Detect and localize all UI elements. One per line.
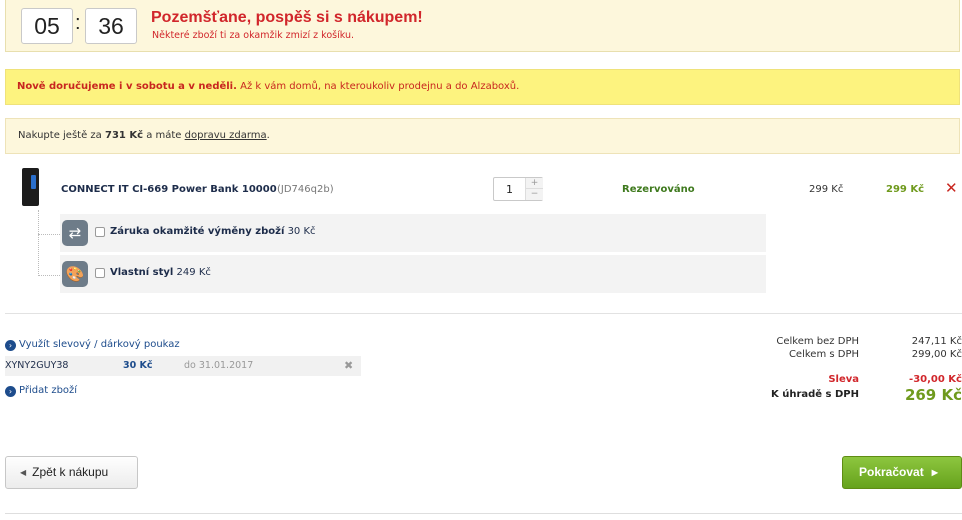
arrow-right-icon: ▶ (931, 468, 938, 477)
quantity-stepper[interactable]: 1 + − (493, 177, 543, 201)
item-unit-price: 299 Kč (809, 184, 844, 195)
discount-value: -30,00 Kč (909, 374, 962, 385)
countdown-banner: 05 : 36 Pozemšťane, pospěš si s nákupem!… (5, 0, 960, 52)
service-tree-branch (38, 275, 60, 276)
service-checkbox-style[interactable] (95, 268, 105, 278)
timer-minutes: 05 (21, 8, 73, 44)
service-price: 30 Kč (287, 226, 316, 237)
timer-separator: : (75, 12, 81, 34)
with-vat-label: Celkem s DPH (788, 349, 859, 360)
timer-title: Pozemšťane, pospěš si s nákupem! (151, 9, 423, 26)
remove-item-icon[interactable]: ✕ (945, 180, 958, 196)
voucher-value: 30 Kč (123, 360, 153, 371)
quantity-value[interactable]: 1 (506, 183, 513, 196)
palette-icon: 🎨 (62, 261, 88, 287)
promo-bold-text: Nově doručujeme i v sobotu a v neděli. (17, 81, 237, 92)
product-code: (JD746q2b) (277, 184, 334, 195)
exchange-icon: ⇄ (62, 220, 88, 246)
service-tree-line (38, 210, 39, 276)
footer-divider (5, 513, 962, 514)
service-label: Vlastní styl 249 Kč (110, 267, 211, 278)
product-name[interactable]: CONNECT IT CI-669 Power Bank 10000 (61, 184, 277, 195)
remove-voucher-icon[interactable]: ✖ (344, 359, 353, 372)
use-voucher-link[interactable]: › Využít slevový / dárkový poukaz (5, 339, 180, 351)
arrow-left-icon: ◀ (20, 468, 27, 477)
service-tree-branch (38, 234, 60, 235)
shipping-prefix: Nakupte ještě za (18, 130, 105, 141)
promo-text: Až k vám domů, na kteroukoliv prodejnu a… (236, 81, 520, 92)
to-pay-label: K úhradě s DPH (770, 389, 859, 400)
service-name: Vlastní styl (110, 267, 174, 278)
add-item-label: Přidat zboží (19, 385, 78, 396)
timer-subtitle: Některé zboží ti za okamžik zmizí z koší… (152, 30, 354, 41)
timer-seconds: 36 (85, 8, 137, 44)
voucher-valid-until: do 31.01.2017 (184, 360, 254, 371)
continue-button[interactable]: Pokračovat ▶ (842, 456, 962, 489)
shipping-amount: 731 Kč (104, 130, 144, 141)
without-vat-label: Celkem bez DPH (776, 336, 859, 347)
service-row-style[interactable]: 🎨 Vlastní styl 249 Kč (60, 255, 766, 293)
shipping-suffix: . (266, 130, 270, 141)
applied-voucher-row: XYNY2GUY38 30 Kč do 31.01.2017 ✖ (5, 356, 361, 376)
free-shipping-link[interactable]: dopravu zdarma (185, 130, 267, 141)
service-row-exchange[interactable]: ⇄ Záruka okamžité výměny zboží 30 Kč (60, 214, 766, 252)
item-total-price: 299 Kč (886, 184, 925, 195)
section-divider (5, 313, 962, 314)
continue-button-label: Pokračovat (859, 465, 924, 479)
voucher-link-label: Využít slevový / dárkový poukaz (19, 339, 180, 350)
item-status: Rezervováno (622, 184, 695, 195)
chevron-right-icon: › (5, 340, 16, 351)
product-image[interactable] (22, 168, 39, 206)
voucher-code: XYNY2GUY38 (5, 360, 69, 371)
back-to-shop-button[interactable]: ◀ Zpět k nákupu (5, 456, 138, 489)
service-price: 249 Kč (176, 267, 211, 278)
free-shipping-notice: Nakupte ještě za 731 Kč a máte dopravu z… (5, 118, 960, 154)
service-checkbox-exchange[interactable] (95, 227, 105, 237)
quantity-increase-button[interactable]: + (525, 178, 543, 189)
discount-label: Sleva (828, 374, 859, 385)
service-name: Záruka okamžité výměny zboží (110, 226, 285, 237)
weekend-delivery-banner: Nově doručujeme i v sobotu a v neděli. A… (5, 69, 960, 105)
service-label: Záruka okamžité výměny zboží 30 Kč (110, 226, 316, 237)
to-pay-value: 269 Kč (904, 386, 962, 404)
quantity-decrease-button[interactable]: − (525, 189, 543, 200)
with-vat-value: 299,00 Kč (911, 349, 962, 360)
without-vat-value: 247,11 Kč (911, 336, 962, 347)
add-item-link[interactable]: › Přidat zboží (5, 385, 77, 397)
chevron-right-icon: › (5, 386, 16, 397)
back-button-label: Zpět k nákupu (32, 465, 109, 479)
shipping-middle: a máte (143, 130, 185, 141)
